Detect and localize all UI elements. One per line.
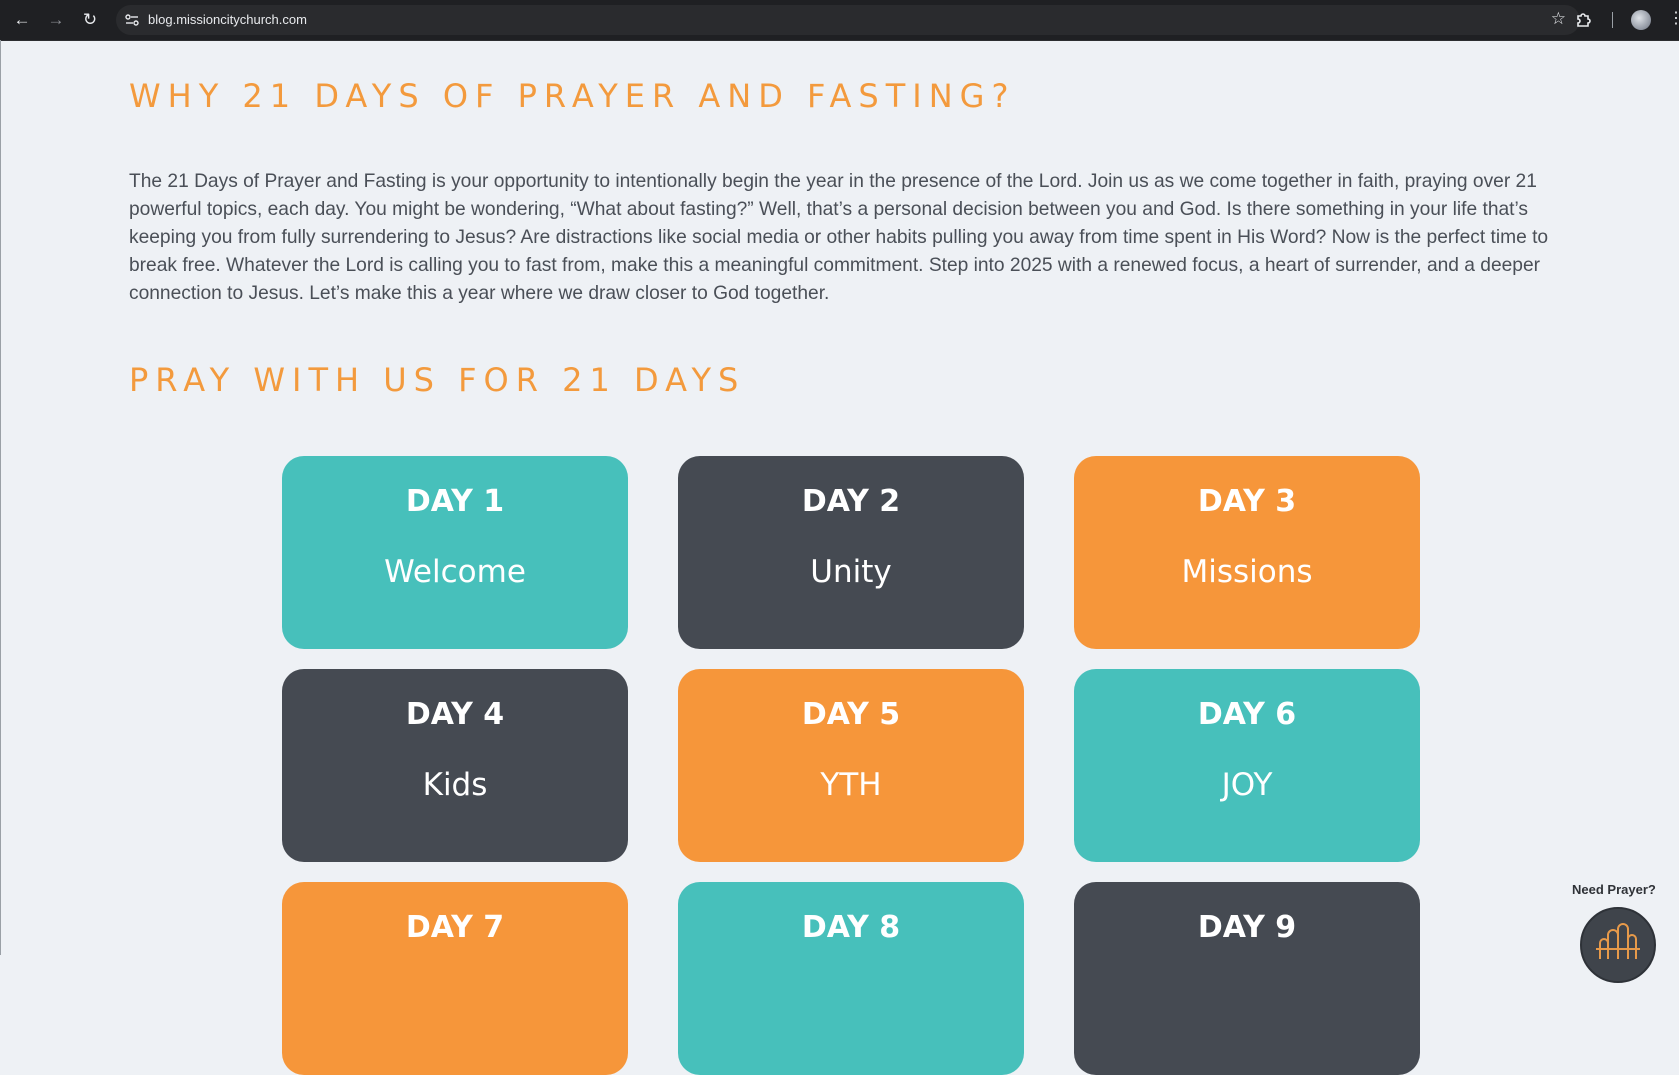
day-label: DAY 3	[1197, 484, 1297, 519]
day-card[interactable]: DAY 6 JOY	[1074, 669, 1420, 862]
bookmark-star-icon[interactable]: ☆	[1551, 9, 1566, 29]
day-topic: JOY	[1221, 767, 1273, 803]
browser-toolbar: ← → ↻ blog.missioncitychurch.com ☆ ⋮	[0, 0, 1679, 41]
why-section-title: WHY 21 DAYS OF PRAYER AND FASTING?	[129, 77, 1016, 115]
day-card[interactable]: DAY 9	[1074, 882, 1420, 1075]
pray-section-title: PRAY WITH US FOR 21 DAYS	[129, 361, 746, 399]
day-topic: Missions	[1181, 554, 1313, 590]
page-content: WHY 21 DAYS OF PRAYER AND FASTING? The 2…	[0, 41, 1679, 1075]
day-card[interactable]: DAY 2 Unity	[678, 456, 1024, 649]
day-label: DAY 5	[801, 697, 901, 732]
back-arrow-icon[interactable]: ←	[10, 8, 34, 32]
day-card[interactable]: DAY 7	[282, 882, 628, 1075]
toolbar-divider	[1612, 12, 1613, 28]
day-topic: Welcome	[384, 554, 526, 590]
day-card[interactable]: DAY 8	[678, 882, 1024, 1075]
need-prayer-button[interactable]	[1580, 907, 1656, 983]
day-label: DAY 7	[405, 910, 505, 945]
forward-arrow-icon[interactable]: →	[44, 8, 68, 32]
day-label: DAY 2	[801, 484, 901, 519]
day-topic: Kids	[422, 767, 488, 803]
site-info-icon[interactable]	[124, 12, 140, 28]
day-label: DAY 6	[1197, 697, 1297, 732]
day-card[interactable]: DAY 1 Welcome	[282, 456, 628, 649]
url-text[interactable]: blog.missioncitychurch.com	[148, 12, 307, 27]
church-logo-icon	[1596, 923, 1640, 959]
day-label: DAY 9	[1197, 910, 1297, 945]
day-label: DAY 8	[801, 910, 901, 945]
day-card[interactable]: DAY 4 Kids	[282, 669, 628, 862]
day-label: DAY 1	[405, 484, 505, 519]
menu-dots-icon[interactable]: ⋮	[1668, 8, 1679, 28]
extensions-puzzle-icon[interactable]	[1574, 10, 1594, 30]
day-topic: Unity	[810, 554, 892, 590]
day-card[interactable]: DAY 5 YTH	[678, 669, 1024, 862]
need-prayer-label: Need Prayer?	[1572, 882, 1656, 897]
profile-avatar[interactable]	[1631, 10, 1651, 30]
day-label: DAY 4	[405, 697, 505, 732]
address-bar[interactable]: blog.missioncitychurch.com ☆	[116, 5, 1580, 35]
why-section-body: The 21 Days of Prayer and Fasting is you…	[129, 171, 1549, 304]
day-card[interactable]: DAY 3 Missions	[1074, 456, 1420, 649]
day-topic: YTH	[820, 767, 882, 803]
reload-icon[interactable]: ↻	[78, 8, 102, 32]
